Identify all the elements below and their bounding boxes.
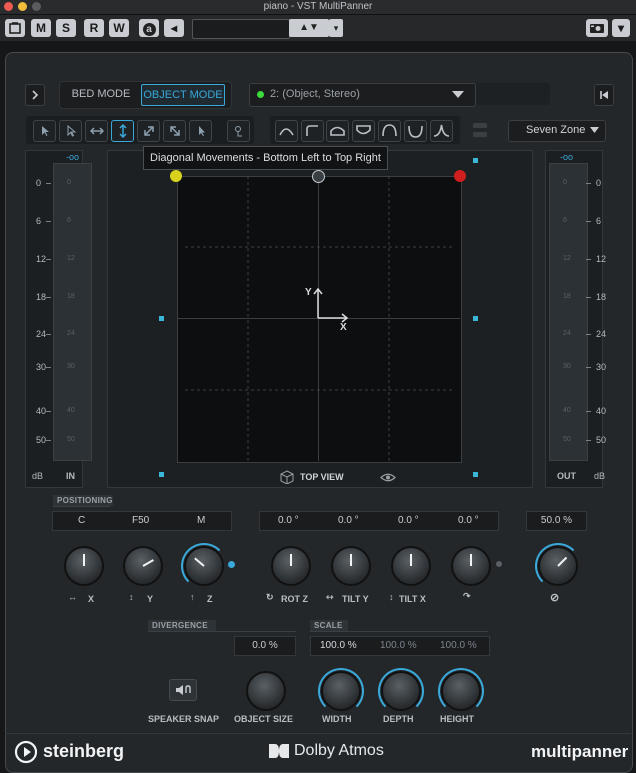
scale-height-value[interactable]: 100.0 % bbox=[440, 636, 477, 656]
object-size-label: OBJECT SIZE bbox=[234, 714, 294, 724]
y-label: Y bbox=[147, 594, 154, 604]
speaker-snap-icon bbox=[176, 685, 191, 695]
knob-pointer bbox=[557, 556, 568, 567]
scale-rule bbox=[310, 631, 488, 632]
height-knob[interactable] bbox=[441, 671, 481, 711]
x-icon: ↔ bbox=[68, 592, 77, 602]
width-knob[interactable] bbox=[321, 671, 361, 711]
dolby-atmos-logo: Dolby Atmos bbox=[294, 742, 384, 759]
depth-knob[interactable] bbox=[381, 671, 421, 711]
scale-depth-value[interactable]: 100.0 % bbox=[380, 636, 417, 656]
footer-divider bbox=[5, 733, 631, 734]
multipanner-logo: multipanner bbox=[531, 742, 629, 761]
y-icon: ↕ bbox=[129, 592, 134, 602]
steinberg-logo-icon bbox=[14, 740, 38, 764]
rot-z-label: ROT Z bbox=[281, 594, 308, 604]
speaker-snap-button[interactable] bbox=[169, 679, 197, 701]
scale-header: SCALE bbox=[310, 620, 348, 631]
scale-width-value[interactable]: 100.0 % bbox=[320, 636, 357, 656]
tilt-x-icon: ↕ bbox=[389, 592, 394, 602]
divergence-header: DIVERGENCE bbox=[148, 620, 216, 631]
knob-pointer bbox=[142, 559, 154, 567]
tilt-y-label: TILT Y bbox=[342, 594, 369, 604]
depth-label: DEPTH bbox=[383, 714, 414, 724]
redo-rotation-icon: ↷ bbox=[463, 591, 471, 601]
width-label: WIDTH bbox=[322, 714, 352, 724]
divergence-rule bbox=[148, 631, 296, 632]
tilt-y-icon: ⇿ bbox=[326, 592, 334, 602]
size-icon: ⊘ bbox=[550, 592, 560, 604]
tilt-x-label: TILT X bbox=[399, 594, 426, 604]
dolby-logo-icon bbox=[269, 744, 289, 758]
x-label: X bbox=[88, 594, 95, 604]
knob-pointer bbox=[194, 557, 205, 567]
z-label: Z bbox=[207, 594, 213, 604]
height-label: HEIGHT bbox=[440, 714, 475, 724]
rotate-icon: ↻ bbox=[266, 592, 274, 602]
steinberg-logo: steinberg bbox=[43, 741, 125, 761]
object-size-knob[interactable] bbox=[246, 671, 286, 711]
speaker-snap-label: SPEAKER SNAP bbox=[148, 714, 220, 724]
divergence-value[interactable]: 0.0 % bbox=[234, 636, 296, 656]
z-icon: ↑ bbox=[190, 592, 195, 602]
